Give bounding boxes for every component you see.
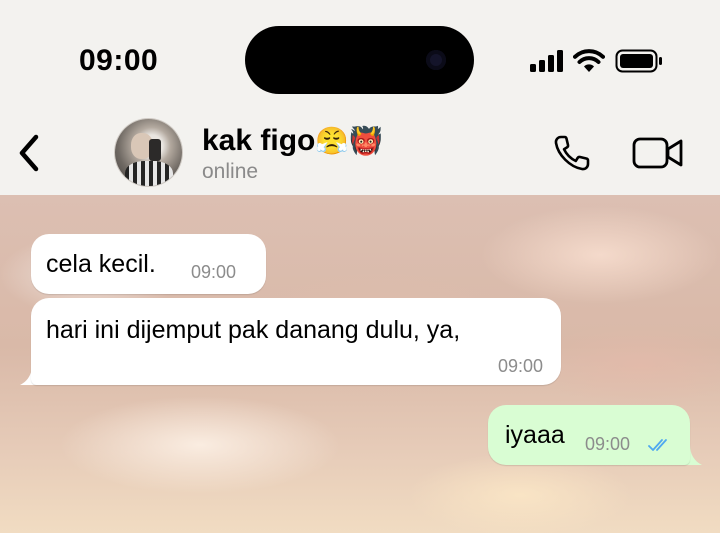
- message-text: hari ini dijemput pak danang dulu, ya,: [46, 316, 461, 344]
- message-bubble-outgoing[interactable]: iyaaa 09:00: [488, 405, 690, 465]
- camera-icon: [426, 50, 446, 70]
- message-time: 09:00: [585, 434, 631, 454]
- battery-icon: [615, 49, 662, 73]
- double-check-read-icon: [648, 439, 667, 451]
- contact-name-emojis: 😤👹: [315, 126, 383, 156]
- back-icon[interactable]: [14, 133, 44, 173]
- chat-wallpaper: cela kecil. 09:00 hari ini dijemput pak …: [0, 195, 720, 533]
- signal-icon: [530, 50, 564, 72]
- contact-name-text: kak figo: [202, 124, 316, 157]
- status-time: 09:00: [79, 44, 159, 77]
- message-text: iyaaa: [505, 421, 565, 449]
- wifi-icon: [573, 49, 605, 72]
- message-time: 09:00: [191, 262, 237, 282]
- message-bubble-incoming[interactable]: cela kecil. 09:00: [31, 234, 266, 294]
- phone-call-icon[interactable]: [552, 133, 592, 173]
- status-bar: 09:00: [0, 0, 720, 110]
- message-time: 09:00: [497, 356, 543, 376]
- contact-status: online: [202, 160, 259, 183]
- message-text: cela kecil.: [46, 250, 156, 278]
- video-call-icon[interactable]: [632, 135, 684, 171]
- message-bubble-incoming[interactable]: hari ini dijemput pak danang dulu, ya, 0…: [31, 298, 561, 385]
- contact-name[interactable]: kak figo😤👹: [202, 124, 383, 158]
- dynamic-island: [245, 26, 474, 94]
- contact-avatar[interactable]: [115, 119, 182, 186]
